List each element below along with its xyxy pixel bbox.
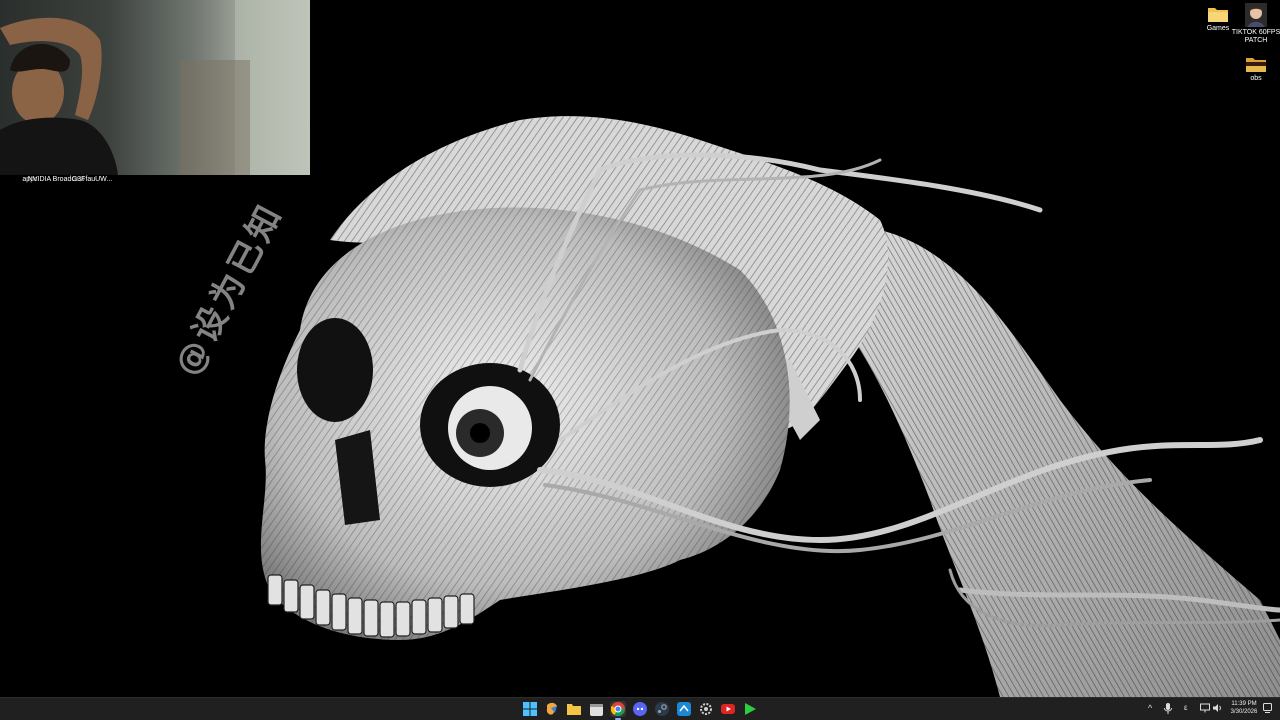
windows-start-icon[interactable] — [522, 701, 538, 717]
desktop-icon-file[interactable]: G3FfauUW... — [62, 176, 122, 184]
calendar-store-icon[interactable] — [588, 701, 604, 717]
steam-icon[interactable] — [654, 701, 670, 717]
clock-time: 11:39 PM — [1231, 701, 1257, 707]
clock-date: 3/30/2026 — [1230, 709, 1258, 715]
language-indicator[interactable]: ε — [1184, 703, 1188, 712]
webcam-person-icon — [0, 0, 310, 175]
steam-blue-icon[interactable] — [676, 701, 692, 717]
folder-dark-icon — [1246, 58, 1266, 72]
copilot-icon[interactable] — [544, 701, 560, 717]
network-icon[interactable] — [1200, 703, 1210, 715]
mic-icon[interactable] — [1164, 703, 1172, 716]
tray-overflow-chevron-icon[interactable]: ^ — [1148, 703, 1152, 713]
discord-icon[interactable] — [632, 701, 648, 717]
app-gear-icon[interactable] — [698, 701, 714, 717]
notification-icon[interactable] — [1263, 703, 1272, 715]
desktop-icon-label: obs — [1250, 75, 1262, 82]
desktop-icon-label: G3FfauUW... — [71, 176, 113, 183]
green-app-icon[interactable] — [742, 701, 758, 717]
file-explorer-icon[interactable] — [566, 701, 582, 717]
volume-icon[interactable] — [1213, 703, 1223, 715]
chrome-icon[interactable] — [610, 701, 626, 720]
taskbar: ^ ε 11:39 PM 3/30/2026 — [0, 697, 1280, 720]
user-avatar-icon — [1245, 3, 1267, 27]
desktop-icon-tiktok-patch[interactable]: TIKTOK 60FPS PATCH — [1226, 3, 1280, 45]
system-clock[interactable]: 11:39 PM 3/30/2026 — [1226, 700, 1262, 716]
desktop-icon-label: TIKTOK 60FPS PATCH — [1231, 29, 1280, 44]
desktop-icon-obs[interactable]: obs — [1226, 55, 1280, 83]
youtube-icon[interactable] — [720, 701, 736, 717]
webcam-overlay — [0, 0, 310, 175]
